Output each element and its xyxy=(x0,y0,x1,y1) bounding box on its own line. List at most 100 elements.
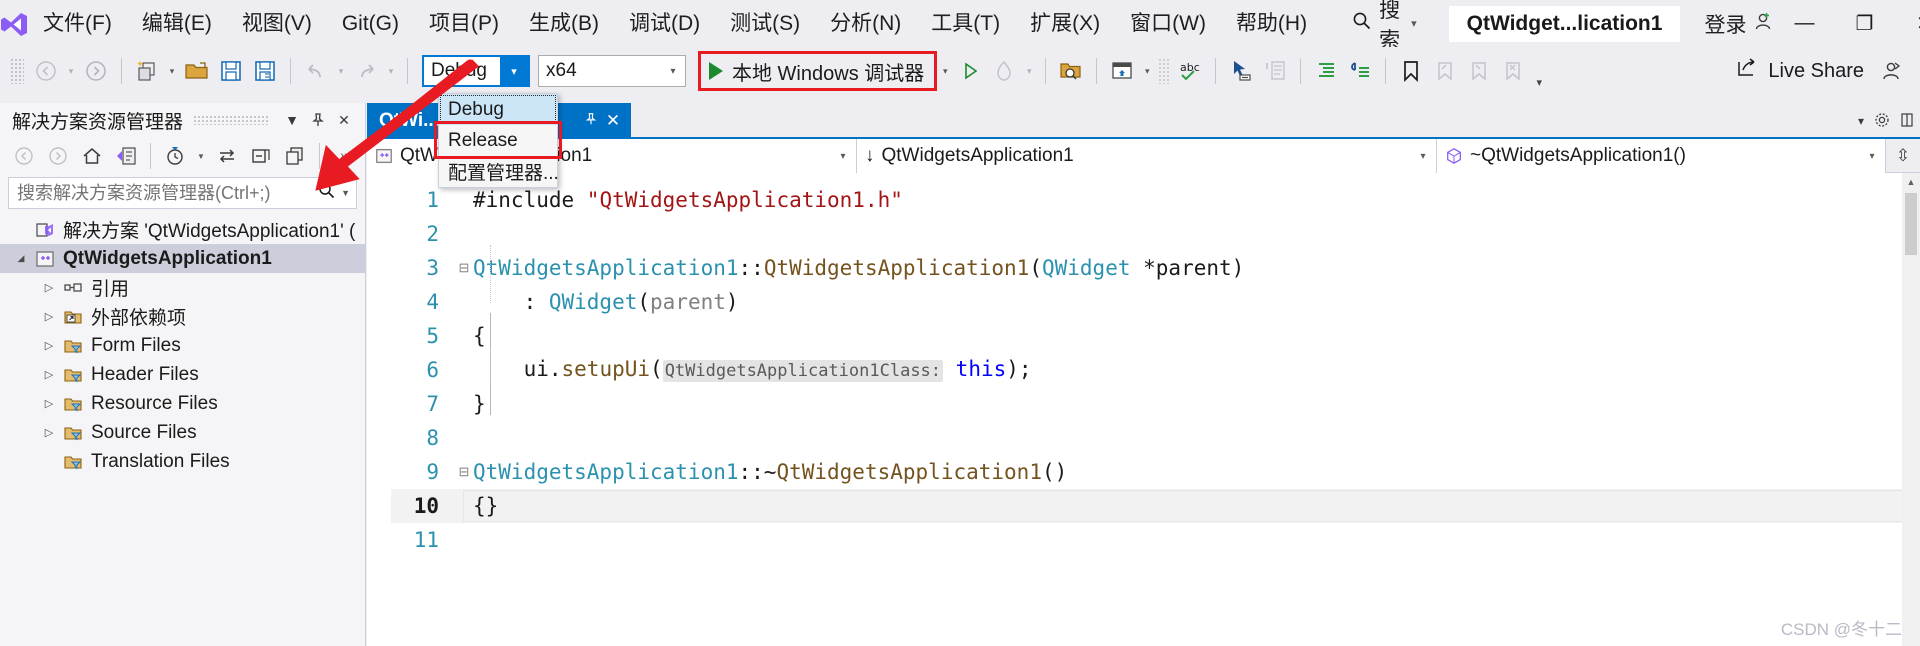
toolbar-grip[interactable] xyxy=(10,58,24,84)
code-line-4[interactable]: 4 : QWidget(parent) xyxy=(391,285,1920,319)
search-input[interactable] xyxy=(15,181,319,205)
tree-item-header-files[interactable]: ▷ Header Files xyxy=(0,360,365,389)
menu-git[interactable]: Git(G) xyxy=(330,9,411,38)
menu-window[interactable]: 窗口(W) xyxy=(1118,9,1218,38)
code-line-1[interactable]: 1 #include "QtWidgetsApplication1.h" xyxy=(391,183,1920,217)
chevron-down-icon[interactable]: ▾ xyxy=(1411,17,1417,30)
comment-selection-icon[interactable] xyxy=(1258,54,1292,88)
panel-pin-icon[interactable] xyxy=(305,107,331,133)
scrollbar-thumb[interactable] xyxy=(1905,193,1917,255)
se-switch-views-icon[interactable] xyxy=(211,141,243,171)
code-line-10[interactable]: 10 {} xyxy=(391,489,1920,523)
tree-item-project[interactable]: ◢ QtWidgetsApplication1 xyxy=(0,244,365,273)
twisty[interactable]: ▷ xyxy=(38,310,60,323)
new-project-caret[interactable]: ▾ xyxy=(164,54,180,88)
previous-bookmark-icon[interactable] xyxy=(1428,54,1462,88)
save-all-icon[interactable] xyxy=(248,54,282,88)
menu-edit[interactable]: 编辑(E) xyxy=(130,9,224,38)
tab-close-icon[interactable]: ✕ xyxy=(602,111,624,131)
start-without-debugging-icon[interactable] xyxy=(953,54,987,88)
live-share-button[interactable]: Live Share xyxy=(1735,56,1864,86)
window-layout-caret[interactable]: ▾ xyxy=(1139,54,1155,88)
solution-platform-combo[interactable]: x64 ▾ xyxy=(538,55,686,87)
panel-menu-caret-icon[interactable]: ▼ xyxy=(279,107,305,133)
code-editor[interactable]: 1 #include "QtWidgetsApplication1.h" 2 3… xyxy=(367,173,1920,646)
toolbar-overflow-caret[interactable]: ▾ xyxy=(1530,76,1548,89)
config-option-debug[interactable]: Debug xyxy=(439,94,557,125)
twisty[interactable]: ▷ xyxy=(38,368,60,381)
se-forward-icon[interactable] xyxy=(42,141,74,171)
search-in-files-icon[interactable] xyxy=(1054,54,1088,88)
menu-project[interactable]: 项目(P) xyxy=(417,9,511,38)
navigate-backward-caret[interactable]: ▾ xyxy=(63,54,79,88)
editor-vertical-scrollbar[interactable]: ▲ xyxy=(1902,173,1920,646)
sign-in-button[interactable]: 登录 xyxy=(1704,9,1774,39)
se-pending-changes-caret[interactable]: ▼ xyxy=(193,139,209,173)
open-file-icon[interactable] xyxy=(180,54,214,88)
se-sync-active-document-icon[interactable] xyxy=(110,141,142,171)
menu-file[interactable]: 文件(F) xyxy=(31,9,124,38)
hot-reload-caret[interactable]: ▾ xyxy=(1021,54,1037,88)
panel-drag-dots[interactable] xyxy=(193,115,269,125)
twisty[interactable]: ▷ xyxy=(38,426,60,439)
hot-reload-icon[interactable] xyxy=(987,54,1021,88)
navbar-member-caret[interactable]: ▾ xyxy=(1859,151,1885,162)
next-bookmark-icon[interactable] xyxy=(1462,54,1496,88)
navigate-forward-icon[interactable] xyxy=(79,54,113,88)
solution-configuration-caret[interactable]: ▾ xyxy=(500,57,528,85)
menu-tools[interactable]: 工具(T) xyxy=(919,9,1012,38)
se-home-icon[interactable] xyxy=(76,141,108,171)
maximize-button[interactable]: ❐ xyxy=(1834,0,1894,47)
code-line-5[interactable]: 5 { xyxy=(391,319,1920,353)
solution-explorer-search[interactable]: ▼ xyxy=(8,177,357,209)
save-icon[interactable] xyxy=(214,54,248,88)
navbar-member-combo[interactable]: ~QtWidgetsApplication1() ▾ xyxy=(1437,139,1886,173)
code-line-7[interactable]: 7 } xyxy=(391,387,1920,421)
tree-item-external-dependencies[interactable]: ▷ 外部依赖项 xyxy=(0,302,365,331)
menu-help[interactable]: 帮助(H) xyxy=(1224,9,1319,38)
window-layout-icon[interactable] xyxy=(1105,54,1139,88)
tabstrip-overflow-caret[interactable]: ▾ xyxy=(1858,114,1864,128)
navbar-project-caret[interactable]: ▾ xyxy=(830,151,856,162)
tree-item-translation-files[interactable]: Translation Files xyxy=(0,447,365,476)
menu-extensions[interactable]: 扩展(X) xyxy=(1018,9,1112,38)
tree-item-references[interactable]: ▷ 引用 xyxy=(0,273,365,302)
code-line-11[interactable]: 11 xyxy=(391,523,1920,557)
se-overflow-icon[interactable]: ›› xyxy=(328,141,360,171)
solution-configuration-dropdown[interactable]: Debug Release 配置管理器... xyxy=(438,93,559,188)
tree-item-solution[interactable]: 解决方案 'QtWidgetsApplication1' ( xyxy=(0,215,365,244)
minimize-button[interactable]: — xyxy=(1774,0,1834,47)
search-options-caret[interactable]: ▼ xyxy=(341,188,350,198)
undo-icon[interactable] xyxy=(299,54,333,88)
menu-build[interactable]: 生成(B) xyxy=(517,9,611,38)
redo-caret[interactable]: ▾ xyxy=(383,54,399,88)
select-element-icon[interactable] xyxy=(1224,54,1258,88)
decrease-indent-icon[interactable] xyxy=(1343,54,1377,88)
se-back-icon[interactable] xyxy=(8,141,40,171)
twisty[interactable]: ▷ xyxy=(38,281,60,294)
redo-icon[interactable] xyxy=(349,54,383,88)
tree-item-source-files[interactable]: ▷ Source Files xyxy=(0,418,365,447)
code-line-8[interactable]: 8 xyxy=(391,421,1920,455)
menu-test[interactable]: 测试(S) xyxy=(718,9,812,38)
start-debugging-button[interactable]: 本地 Windows 调试器 xyxy=(698,51,938,91)
solution-platform-caret[interactable]: ▾ xyxy=(661,66,685,77)
fold-marker[interactable]: ⊟ xyxy=(455,455,473,489)
twisty[interactable]: ◢ xyxy=(10,253,32,264)
tree-item-resource-files[interactable]: ▷ Resource Files xyxy=(0,389,365,418)
close-button[interactable]: ✕ xyxy=(1894,0,1920,47)
gear-icon[interactable] xyxy=(1874,112,1890,131)
twisty[interactable]: ▷ xyxy=(38,397,60,410)
search-icon[interactable] xyxy=(318,182,336,205)
config-option-release[interactable]: Release xyxy=(439,125,557,156)
tree-item-form-files[interactable]: ▷ Form Files xyxy=(0,331,365,360)
navbar-type-caret[interactable]: ▾ xyxy=(1410,151,1436,162)
feedback-icon[interactable] xyxy=(1874,54,1908,88)
code-lines[interactable]: 1 #include "QtWidgetsApplication1.h" 2 3… xyxy=(391,173,1920,646)
increase-indent-icon[interactable] xyxy=(1309,54,1343,88)
start-debugging-caret[interactable]: ▾ xyxy=(937,54,953,88)
split-icon[interactable] xyxy=(1900,112,1914,131)
se-properties-icon[interactable] xyxy=(279,141,311,171)
new-project-icon[interactable] xyxy=(130,54,164,88)
clear-bookmarks-icon[interactable] xyxy=(1496,54,1530,88)
